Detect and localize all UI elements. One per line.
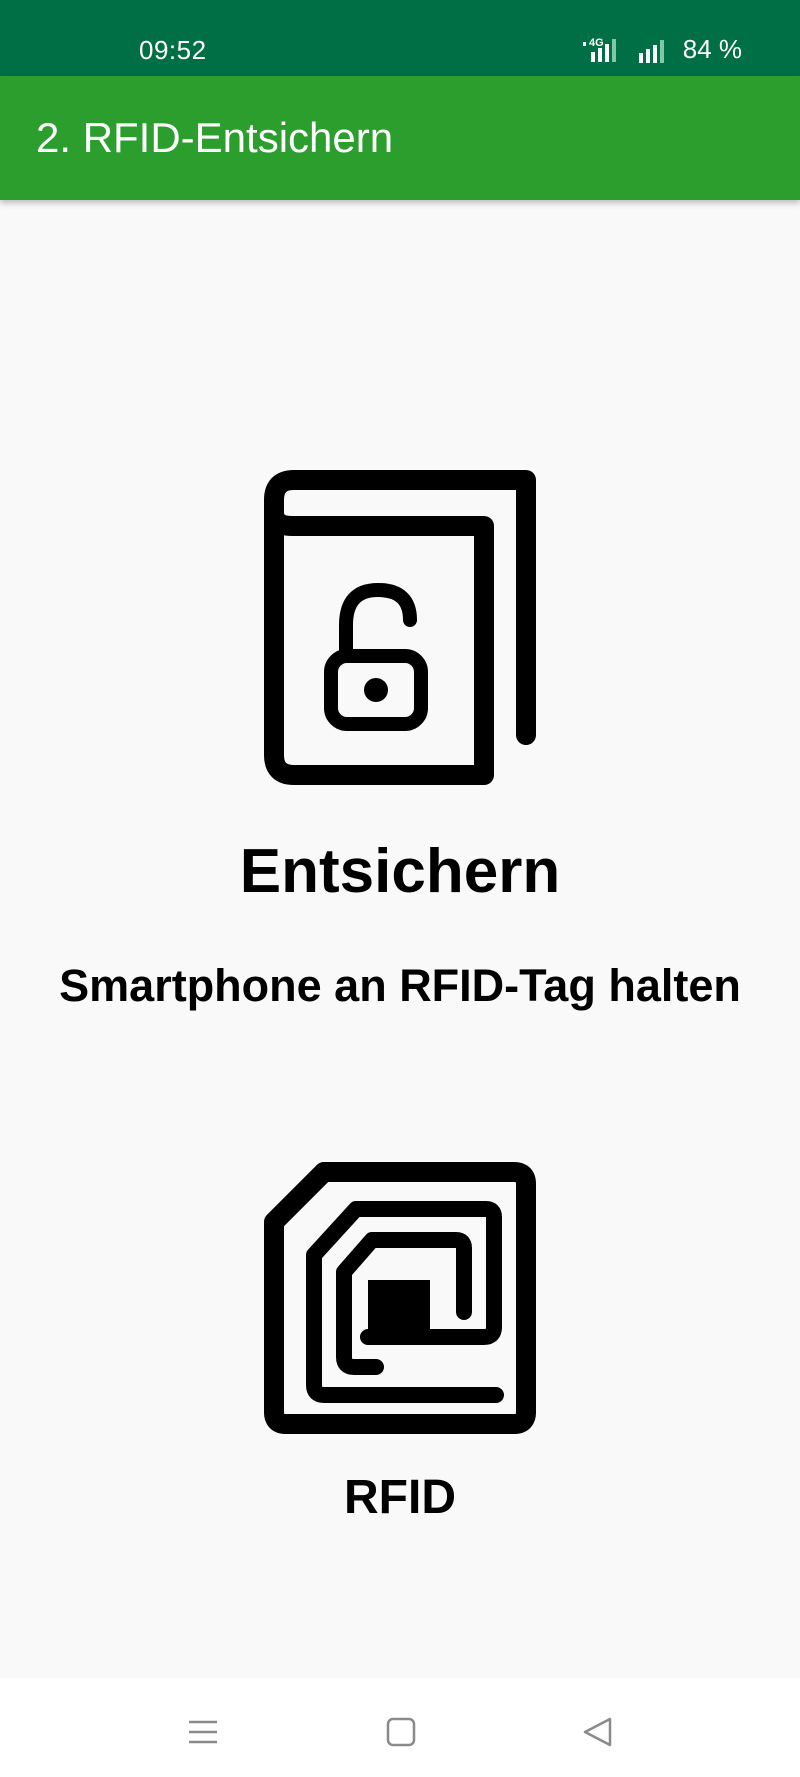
rfid-label: RFID: [344, 1471, 456, 1524]
unlock-book-icon: [264, 470, 536, 785]
signal-bars-icon: [638, 39, 664, 63]
menu-icon[interactable]: [183, 1712, 223, 1752]
home-icon[interactable]: [381, 1712, 421, 1752]
signal-4g-icon: 4G: [582, 37, 616, 62]
network-type-label: 4G: [589, 37, 604, 49]
status-time: 09:52: [139, 35, 207, 65]
status-indicators: 4G 84 %: [581, 34, 742, 65]
main-content: Entsichern Smartphone an RFID-Tag halten…: [0, 200, 800, 1678]
instruction-text: Smartphone an RFID-Tag halten: [59, 960, 741, 1011]
back-icon[interactable]: [578, 1712, 618, 1752]
battery-level: 84 %: [682, 34, 742, 64]
page-title: 2. RFID-Entsichern: [36, 114, 394, 161]
heading-entsichern: Entsichern: [239, 837, 561, 906]
rfid-tag-icon: [264, 1162, 536, 1434]
status-bar: 09:52 4G 84 %: [0, 0, 800, 76]
system-nav-bar: [0, 1678, 800, 1777]
app-bar: 2. RFID-Entsichern: [0, 76, 800, 200]
